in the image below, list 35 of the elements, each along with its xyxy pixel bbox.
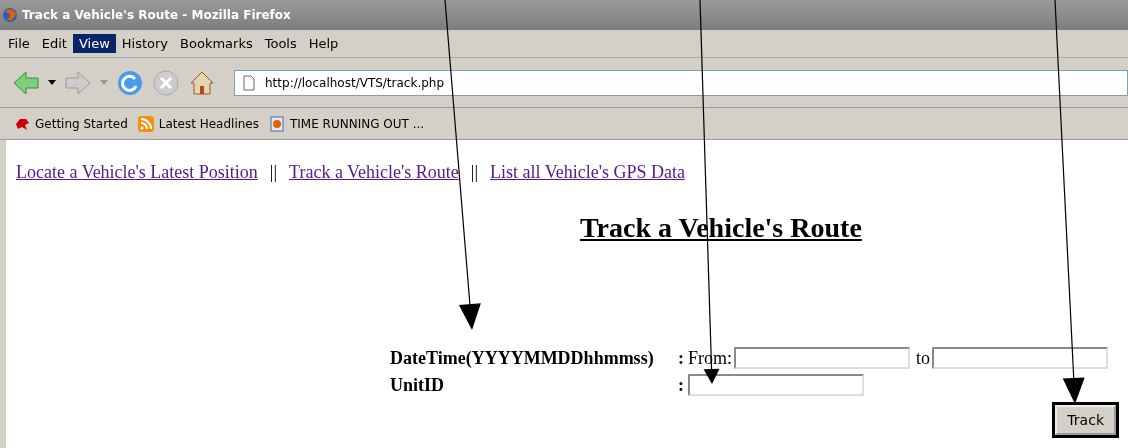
colon-label: : <box>678 374 685 396</box>
link-separator: || <box>269 162 278 182</box>
bookmark-link[interactable]: Latest Headlines <box>158 116 259 131</box>
to-label: to <box>916 347 931 369</box>
menu-item[interactable]: Help <box>302 34 345 53</box>
back-arrow-icon[interactable] <box>12 68 40 97</box>
datetime-label: DateTime(YYYYMMDDhhmmss) <box>390 347 655 369</box>
stop-icon[interactable] <box>152 68 180 97</box>
to-input-field[interactable] <box>932 347 1109 369</box>
unit-id-input-field[interactable] <box>688 374 864 397</box>
from-input-field[interactable] <box>734 347 910 369</box>
link-separator: || <box>470 162 478 182</box>
menu-item[interactable]: Tools <box>258 34 303 53</box>
firefox-logo-icon <box>2 7 18 23</box>
dropdown-caret-icon[interactable] <box>48 79 56 86</box>
menu-item[interactable]: Bookmarks <box>174 34 259 53</box>
bookmark-link[interactable]: TIME RUNNING OUT ... <box>289 116 425 131</box>
page-icon <box>241 74 257 91</box>
address-bar[interactable]: http://localhost/VTS/track.php <box>234 69 1128 96</box>
nav-link[interactable]: List all Vehicle's GPS Data <box>490 162 685 182</box>
menu-item[interactable]: View <box>72 34 116 53</box>
rss-feed-icon <box>137 115 154 132</box>
url-text: http://localhost/VTS/track.php <box>265 75 445 90</box>
menu-item[interactable]: Edit <box>35 34 73 53</box>
unit-id-label: UnitID <box>390 374 445 396</box>
window-title: Track a Vehicle's Route - Mozilla Firefox <box>22 8 291 22</box>
track-button[interactable]: Track <box>1055 405 1116 435</box>
menu-item[interactable]: History <box>115 34 175 53</box>
page-icon <box>268 115 285 132</box>
nav-link[interactable]: Locate a Vehicle's Latest Position <box>16 162 258 182</box>
bookmark-link[interactable]: Getting Started <box>35 116 128 131</box>
nav-link[interactable]: Track a Vehicle's Route <box>289 162 459 182</box>
reload-icon[interactable] <box>116 68 144 97</box>
colon-label: : <box>678 347 685 369</box>
menu-item[interactable]: File <box>2 34 36 53</box>
